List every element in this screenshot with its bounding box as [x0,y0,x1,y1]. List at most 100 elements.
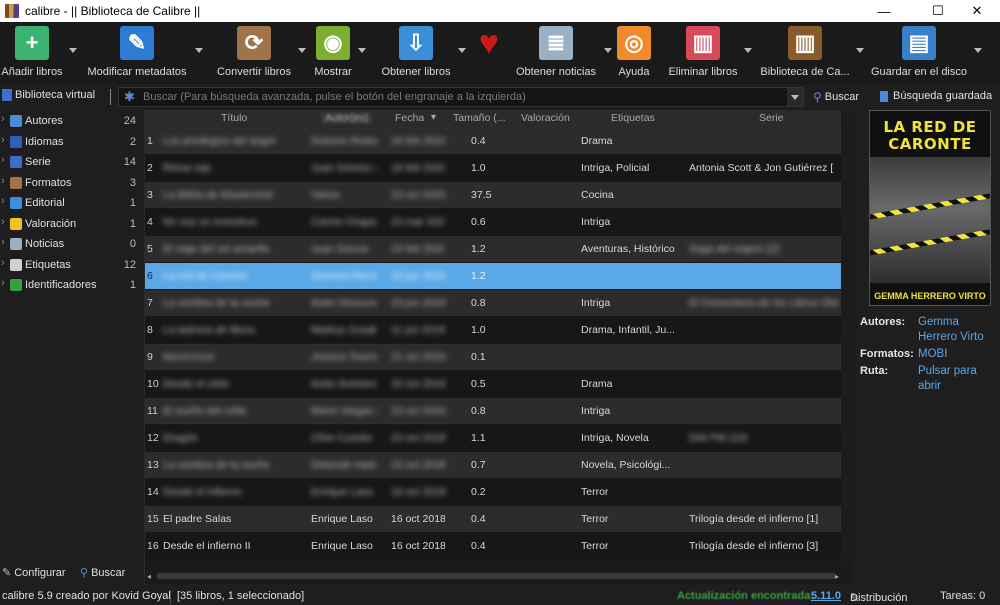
expand-arrow-icon[interactable]: › [1,134,5,146]
tag-category-etiquetas[interactable]: › Etiquetas 12 [0,255,140,275]
tag-category-identificadores[interactable]: › Identificadores 1 [0,275,140,295]
horizontal-scrollbar[interactable]: ◂ ▸ [145,570,841,582]
table-row[interactable]: 16 Desde el infierno II Enrique Laso 16 oct… [145,533,841,559]
table-row[interactable]: 12 Dragón Clive Cussler 23 oct 2018 1.1 Intri… [145,425,841,451]
scroll-right-icon[interactable]: ▸ [835,572,839,581]
tag-category-autores[interactable]: › Autores 24 [0,111,140,131]
cell-author: Deborah Harkness [311,459,377,471]
table-row[interactable]: 5 El viaje del sol amarillo Juan García 23 … [145,236,841,262]
jobs-indicator[interactable]: Tareas: 0 [940,590,985,602]
tag-category-serie[interactable]: › Serie 14 [0,152,140,172]
row-number: 3 [147,189,153,201]
row-number: 14 [147,486,159,498]
vertical-scrollbar[interactable] [841,110,853,566]
path-link[interactable]: Pulsar para abrir [918,364,988,394]
formats-link[interactable]: MOBI [918,347,947,362]
toolbar-button-edit-metadata[interactable]: ✎ Modificar metadatos [87,22,187,84]
virtual-library-button[interactable]: Biblioteca virtual [2,89,95,101]
cell-author: Mario Vargas Llosa [311,405,377,417]
search-history-dropdown[interactable] [787,88,803,106]
toolbar-button-add-book[interactable]: + Añadir libros [0,22,82,84]
table-row[interactable]: 8 La ladrona de libros Markus Zusak 11 jun … [145,317,841,343]
scroll-left-icon[interactable]: ◂ [147,572,151,581]
table-row[interactable]: 6 La red de Caronte Gemma Herrero Virto 15 … [145,263,841,289]
table-row[interactable]: 2 Reina roja Juan Gómez-Jurado 16 feb 2020 1… [145,155,841,181]
tag-category-noticias[interactable]: › Noticias 0 [0,234,140,254]
cell-date: 23 oct 2018 [391,459,445,471]
column-header[interactable]: Tamaño (... [453,112,506,124]
toolbar-label: Ayuda [618,66,650,78]
table-row[interactable]: 11 El sueño del celta Mario Vargas Llosa 23… [145,398,841,424]
tag-category-editorial[interactable]: › Editorial 1 [0,193,140,213]
cell-title: Dragón [163,432,198,444]
row-number: 2 [147,162,153,174]
expand-arrow-icon[interactable]: › [1,175,5,187]
expand-arrow-icon[interactable]: › [1,257,5,269]
toolbar-dropdown-arrow-icon[interactable] [974,48,982,53]
saved-search-button[interactable]: Búsqueda guardada [880,90,992,102]
horizontal-scroll-thumb[interactable] [157,573,835,579]
toolbar-button-delete-books[interactable]: ▥ Eliminar libros [653,22,753,84]
tag-find-button[interactable]: ⚲ Buscar [80,566,125,580]
table-row[interactable]: 7 La sombra de la noche Autor Desconocido 2… [145,290,841,316]
toolbar-dropdown-arrow-icon[interactable] [358,48,366,53]
toolbar-button-save-disk[interactable]: ▤ Guardar en el disco [869,22,969,84]
row-number: 16 [147,540,159,552]
cell-title: La sombra de la noche [163,459,270,471]
table-row[interactable]: 3 La Biblia de Masterchef Varios 23 oct 202… [145,182,841,208]
table-row[interactable]: 14 Desde el infierno Enrique Laso 16 oct 20… [145,479,841,505]
view-icon: ◉ [316,26,350,60]
expand-arrow-icon[interactable]: › [1,277,5,289]
table-row[interactable]: 9 Nevermoor Jessica Townsend 21 oct 2019 0.1 [145,344,841,370]
advanced-search-gear-icon[interactable]: ✱ [124,90,138,104]
column-header[interactable]: Fecha [395,112,424,124]
authors-link[interactable]: Gemma Herrero Virto [918,315,998,345]
cell-size: 0.8 [471,297,486,309]
book-cover[interactable]: LA RED DE CARONTE GEMMA HERRERO VIRTO [869,110,991,306]
expand-arrow-icon[interactable]: › [1,154,5,166]
tag-category-valoración[interactable]: › Valoración 1 [0,214,140,234]
tag-category-idiomas[interactable]: › Idiomas 2 [0,132,140,152]
cell-title: Reina roja [163,162,211,174]
column-header[interactable]: Etiquetas [611,112,655,124]
column-header[interactable]: Autor(es) [321,112,373,124]
cell-author: Juan Gómez-Jurado [311,162,377,174]
toolbar-button-library[interactable]: ▥ Biblioteca de Ca... [755,22,855,84]
configure-button[interactable]: ✎ Configurar [2,566,66,580]
configure-icon: ✎ [2,567,12,579]
toolbar-dropdown-arrow-icon[interactable] [744,48,752,53]
toolbar-dropdown-arrow-icon[interactable] [69,48,77,53]
table-row[interactable]: 1 Los privilegios del ángel Dolores Redond… [145,128,841,154]
row-number: 15 [147,513,159,525]
cell-tags: Intriga, Policial [581,162,650,174]
tags-icon [10,258,22,271]
cell-size: 0.6 [471,216,486,228]
column-header[interactable]: Valoración [521,112,570,124]
cell-title: La sombra de la noche [163,297,270,309]
cell-title: Los privilegios del ángel [163,135,276,147]
tag-category-formatos[interactable]: › Formatos 3 [0,173,140,193]
configure-label: Configurar [14,566,66,579]
expand-arrow-icon[interactable]: › [1,216,5,228]
close-button[interactable]: ✕ [954,0,1000,22]
update-version-link[interactable]: 5.11.0 [811,590,841,602]
table-row[interactable]: 4 No soy un monstruo Carme Chaparro 23 mar … [145,209,841,235]
minimize-button[interactable]: — [861,0,907,22]
toolbar-dropdown-arrow-icon[interactable] [856,48,864,53]
toolbar-dropdown-arrow-icon[interactable] [195,48,203,53]
column-header[interactable]: Serie [759,112,784,124]
table-row[interactable]: 13 La sombra de la noche Deborah Harkness 2… [145,452,841,478]
table-row[interactable]: 15 El padre Salas Enrique Laso 16 oct 2018 0… [145,506,841,532]
search-button[interactable]: ⚲ Buscar [813,90,859,104]
column-header[interactable]: Título [221,112,247,124]
series-icon [10,156,22,168]
status-book-count: [35 libros, 1 seleccionado] [177,590,305,602]
table-row[interactable]: 10 Desde el cielo Autor Anónimo 23 oct 2019… [145,371,841,397]
cell-title: El padre Salas [163,513,232,525]
search-input[interactable]: ✱ Buscar (Para búsqueda avanzada, pulse … [118,87,804,107]
expand-arrow-icon[interactable]: › [1,236,5,248]
expand-arrow-icon[interactable]: › [1,113,5,125]
expand-arrow-icon[interactable]: › [1,195,5,207]
cell-author: Autor Desconocido [311,297,377,309]
cover-tape [870,226,990,257]
